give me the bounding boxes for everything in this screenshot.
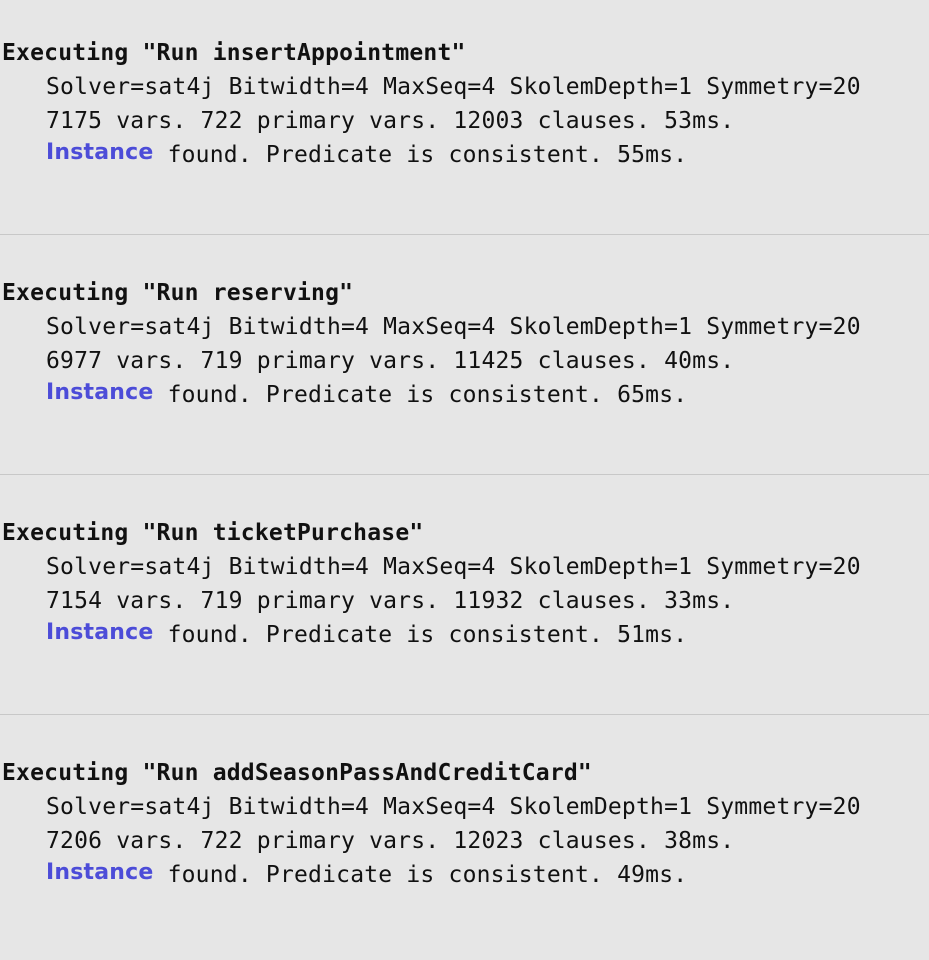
stats-line: 7206 vars. 722 primary vars. 12023 claus… — [46, 828, 735, 854]
result-text: found. Predicate is consistent. 65ms. — [153, 382, 688, 408]
solver-line: Solver=sat4j Bitwidth=4 MaxSeq=4 SkolemD… — [46, 794, 861, 820]
run-heading: Executing "Run addSeasonPassAndCreditCar… — [2, 760, 592, 786]
stats-line: 7154 vars. 719 primary vars. 11932 claus… — [46, 588, 735, 614]
solver-line: Solver=sat4j Bitwidth=4 MaxSeq=4 SkolemD… — [46, 74, 861, 100]
result-line: Instance found. Predicate is consistent.… — [46, 620, 687, 651]
solver-line: Solver=sat4j Bitwidth=4 MaxSeq=4 SkolemD… — [46, 314, 861, 340]
run-heading: Executing "Run reserving" — [2, 280, 354, 306]
result-text: found. Predicate is consistent. 51ms. — [153, 622, 688, 648]
instance-link[interactable]: Instance — [46, 138, 154, 168]
run-block-reserving: Executing "Run reserving" Solver=sat4j B… — [0, 240, 929, 480]
result-line: Instance found. Predicate is consistent.… — [46, 380, 687, 411]
run-heading: Executing "Run ticketPurchase" — [2, 520, 424, 546]
solver-line: Solver=sat4j Bitwidth=4 MaxSeq=4 SkolemD… — [46, 554, 861, 580]
instance-link[interactable]: Instance — [46, 858, 154, 888]
separator — [0, 714, 929, 715]
output-log: Executing "Run insertAppointment" Solver… — [0, 0, 929, 915]
instance-link[interactable]: Instance — [46, 378, 154, 408]
separator — [0, 234, 929, 235]
run-block-ticket-purchase: Executing "Run ticketPurchase" Solver=sa… — [0, 480, 929, 720]
stats-line: 7175 vars. 722 primary vars. 12003 claus… — [46, 108, 735, 134]
result-line: Instance found. Predicate is consistent.… — [46, 140, 687, 171]
result-text: found. Predicate is consistent. 49ms. — [153, 862, 688, 888]
result-text: found. Predicate is consistent. 55ms. — [153, 142, 688, 168]
instance-link[interactable]: Instance — [46, 618, 154, 648]
separator — [0, 474, 929, 475]
run-block-add-season-pass: Executing "Run addSeasonPassAndCreditCar… — [0, 720, 929, 960]
result-line: Instance found. Predicate is consistent.… — [46, 860, 687, 891]
run-block-insert-appointment: Executing "Run insertAppointment" Solver… — [0, 0, 929, 240]
run-heading: Executing "Run insertAppointment" — [2, 40, 466, 66]
stats-line: 6977 vars. 719 primary vars. 11425 claus… — [46, 348, 735, 374]
